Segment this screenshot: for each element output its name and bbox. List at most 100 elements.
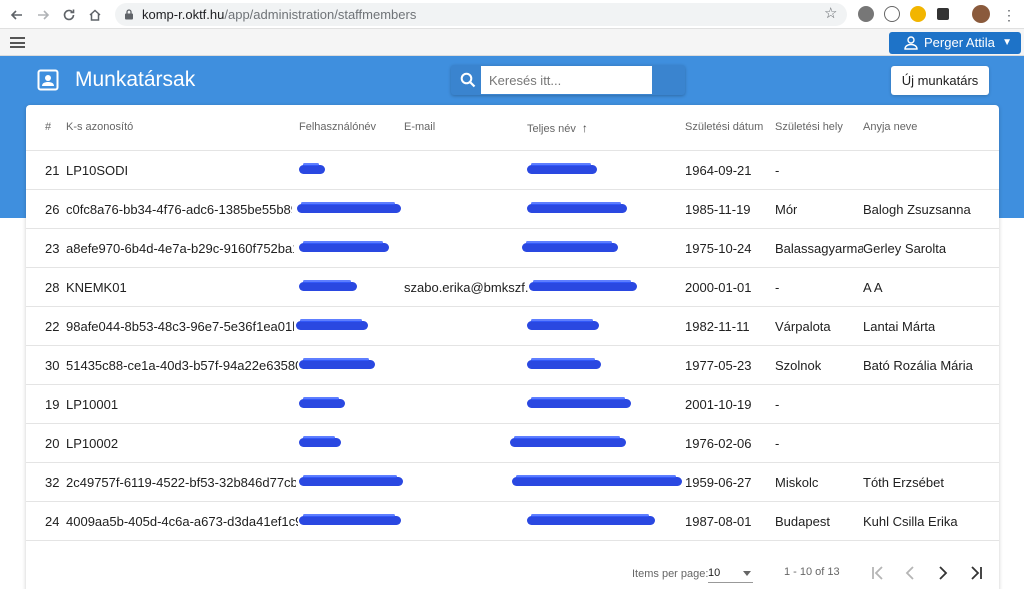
cell-mother: Lantai Márta <box>863 319 936 334</box>
cell-birthplace: - <box>775 280 780 295</box>
cell-num: 23 <box>45 241 60 256</box>
previous-page-icon[interactable] <box>899 563 921 583</box>
cell-mother: A A <box>863 280 883 295</box>
person-icon <box>904 36 918 50</box>
forward-arrow-icon[interactable] <box>32 4 54 26</box>
cell-birthdate: 1985-11-19 <box>685 202 751 217</box>
cell-id: 51435c88-ce1a-40d3-b57f-94a22e63580a <box>66 358 298 373</box>
column-header-num: # <box>45 121 52 133</box>
last-page-icon[interactable] <box>965 563 987 583</box>
app-toolbar: Perger Attila ▼ <box>0 29 1024 56</box>
new-staff-button[interactable]: Új munkatárs <box>891 66 989 95</box>
cell-id: c0fc8a76-bb34-4f76-adc6-1385be55b89c <box>66 202 292 217</box>
cell-num: 19 <box>45 397 60 412</box>
table-row[interactable]: 32 2c49757f-6119-4522-bf53-32b846d77cb5 … <box>26 463 999 502</box>
column-header-id[interactable]: K-s azonosító <box>66 121 133 133</box>
cell-mother: Kuhl Csilla Erika <box>863 514 958 529</box>
dropdown-caret-icon <box>743 571 751 576</box>
search-input[interactable] <box>481 66 652 94</box>
cell-num: 21 <box>45 163 60 178</box>
table-row[interactable]: 30 51435c88-ce1a-40d3-b57f-94a22e63580a … <box>26 346 999 385</box>
cell-birthdate: 1987-08-01 <box>685 514 752 529</box>
column-header-birthplace[interactable]: Születési hely <box>775 121 843 133</box>
redacted-username <box>299 397 345 408</box>
redacted-username <box>299 475 403 486</box>
cell-num: 32 <box>45 475 60 490</box>
lock-icon <box>125 9 133 20</box>
search-icon <box>460 72 476 88</box>
redacted-username <box>299 436 341 447</box>
pagination-range: 1 - 10 of 13 <box>784 566 840 578</box>
back-arrow-icon[interactable] <box>6 4 28 26</box>
browser-menu-icon[interactable]: ⋮ <box>998 4 1020 26</box>
redacted-username <box>299 514 401 525</box>
browser-toolbar: komp-r.oktf.hu/app/administration/staffm… <box>0 0 1024 29</box>
cell-birthplace: Budapest <box>775 514 830 529</box>
page-title: Munkatársak <box>75 68 196 91</box>
redacted-fullname <box>527 202 627 213</box>
cell-id: a8efe970-6b4d-4e7a-b29c-9160f752ba1c <box>66 241 294 256</box>
items-per-page-select[interactable]: 10 <box>708 567 753 583</box>
table-row[interactable]: 23 a8efe970-6b4d-4e7a-b29c-9160f752ba1c … <box>26 229 999 268</box>
table-row[interactable]: 20 LP10002 1976-02-06 - <box>26 424 999 463</box>
user-menu-button[interactable]: Perger Attila ▼ <box>889 32 1021 54</box>
column-header-fullname[interactable]: Teljes név ↑ <box>527 121 588 135</box>
next-page-icon[interactable] <box>932 563 954 583</box>
cell-birthdate: 1964-09-21 <box>685 163 752 178</box>
table-row[interactable]: 22 98afe044-8b53-48c3-96e7-5e36f1ea01b9 … <box>26 307 999 346</box>
cell-birthplace: Szolnok <box>775 358 822 373</box>
redacted-username <box>299 280 357 291</box>
cell-id: LP10001 <box>66 397 119 412</box>
column-header-email[interactable]: E-mail <box>404 121 435 133</box>
redacted-fullname <box>527 514 655 525</box>
contact-card-icon <box>37 69 59 91</box>
redacted-fullname <box>529 280 637 291</box>
table-row[interactable]: 19 LP10001 2001-10-19 - <box>26 385 999 424</box>
cell-id: 2c49757f-6119-4522-bf53-32b846d77cb5 <box>66 475 296 490</box>
extension-cloud-icon[interactable] <box>858 6 874 22</box>
hamburger-menu-icon[interactable] <box>10 37 25 48</box>
extension-square-icon[interactable] <box>937 8 949 20</box>
cell-num: 28 <box>45 280 60 295</box>
table-row[interactable]: 26 c0fc8a76-bb34-4f76-adc6-1385be55b89c … <box>26 190 999 229</box>
chevron-down-icon: ▼ <box>1002 37 1012 48</box>
bookmark-star-icon[interactable]: ☆ <box>824 4 837 22</box>
home-icon[interactable] <box>84 4 106 26</box>
column-header-mother[interactable]: Anyja neve <box>863 121 917 133</box>
url-path: /app/administration/staffmembers <box>224 7 417 22</box>
cell-birthdate: 2000-01-01 <box>685 280 752 295</box>
redacted-username <box>297 202 401 213</box>
cell-num: 20 <box>45 436 60 451</box>
redacted-fullname <box>527 397 631 408</box>
cell-birthplace: - <box>775 163 780 178</box>
reload-icon[interactable] <box>58 4 80 26</box>
profile-avatar[interactable] <box>972 5 990 23</box>
table-row[interactable]: 24 4009aa5b-405d-4c6a-a673-d3da41ef1c9b … <box>26 502 999 541</box>
redacted-username <box>296 319 368 330</box>
column-header-birthdate[interactable]: Születési dátum <box>685 121 763 133</box>
cell-num: 26 <box>45 202 60 217</box>
table-row[interactable]: 21 LP10SODI 1964-09-21 - <box>26 151 999 190</box>
cell-birthdate: 1959-06-27 <box>685 475 752 490</box>
redacted-username <box>299 241 389 252</box>
cell-birthplace: - <box>775 397 780 412</box>
extension-moon-icon[interactable] <box>910 6 926 22</box>
cell-id: 4009aa5b-405d-4c6a-a673-d3da41ef1c9b <box>66 514 298 529</box>
cell-num: 30 <box>45 358 60 373</box>
cell-id: 98afe044-8b53-48c3-96e7-5e36f1ea01b9 <box>66 319 294 334</box>
cell-mother: Bató Rozália Mária <box>863 358 973 373</box>
cell-birthplace: - <box>775 436 780 451</box>
cell-birthdate: 1975-10-24 <box>685 241 752 256</box>
address-bar[interactable]: komp-r.oktf.hu/app/administration/staffm… <box>115 3 847 26</box>
first-page-icon[interactable] <box>867 563 889 583</box>
column-header-username[interactable]: Felhasználónév <box>299 121 376 133</box>
extension-circle-icon[interactable] <box>884 6 900 22</box>
table-row[interactable]: 28 KNEMK01 szabo.erika@bmkszf.hu 2000-01… <box>26 268 999 307</box>
redacted-fullname <box>510 436 626 447</box>
sort-ascending-icon: ↑ <box>581 121 588 135</box>
redacted-fullname <box>512 475 682 486</box>
cell-birthplace: Várpalota <box>775 319 831 334</box>
redacted-username <box>299 163 325 174</box>
cell-birthdate: 2001-10-19 <box>685 397 752 412</box>
cell-birthdate: 1982-11-11 <box>685 319 750 334</box>
